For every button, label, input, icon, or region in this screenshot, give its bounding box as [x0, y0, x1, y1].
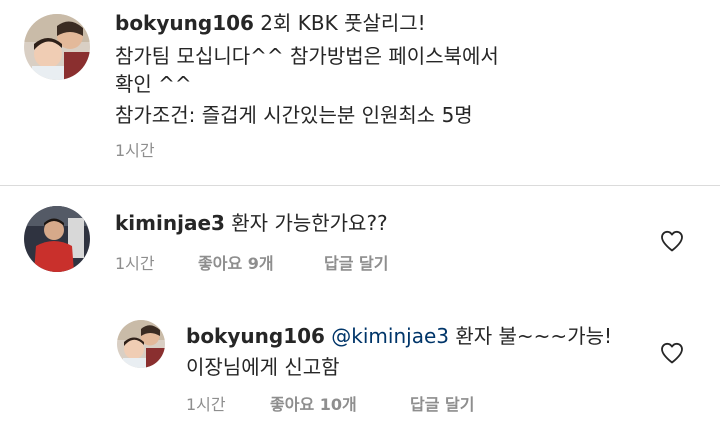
reply-text: 환자 불~~~가능!: [455, 324, 613, 348]
reply-timestamp: 1시간: [186, 395, 226, 414]
comment-likes-count[interactable]: 좋아요 9개: [198, 254, 274, 274]
caption-line-1: bokyung106 2회 KBK 풋살리그!: [115, 9, 426, 37]
caption-timestamp: 1시간: [115, 141, 155, 160]
comment-username[interactable]: kiminjae3: [115, 211, 225, 235]
comment-timestamp: 1시간: [115, 254, 155, 273]
caption-text: 2회 KBK 풋살리그!: [260, 11, 426, 35]
comment-line-1: kiminjae3 환자 가능한가요??: [115, 209, 388, 237]
reply-line-1: bokyung106 @kiminjae3 환자 불~~~가능!: [186, 322, 612, 350]
reply-username[interactable]: bokyung106: [186, 324, 325, 348]
caption-line-4: 참가조건: 즐겁게 시간있는분 인원최소 5명: [115, 103, 473, 127]
caption-line-3: 확인 ^^: [115, 72, 192, 96]
divider: [0, 185, 720, 186]
reply-reply-button[interactable]: 답글 달기: [410, 395, 474, 415]
reply-line-2: 이장님에게 신고함: [186, 355, 340, 379]
caption-avatar[interactable]: [24, 14, 90, 80]
reply-likes-count[interactable]: 좋아요 10개: [270, 395, 357, 415]
reply-mention-link[interactable]: @kiminjae3: [331, 324, 449, 348]
caption-username[interactable]: bokyung106: [115, 11, 254, 35]
caption-line-2: 참가팀 모십니다^^ 참가방법은 페이스북에서: [115, 44, 499, 68]
reply-avatar[interactable]: [117, 320, 165, 368]
heart-outline-icon[interactable]: [660, 230, 684, 252]
heart-outline-icon[interactable]: [660, 342, 684, 364]
comment-reply-button[interactable]: 답글 달기: [324, 254, 388, 274]
comment-text: 환자 가능한가요??: [231, 211, 388, 235]
comment-avatar[interactable]: [24, 206, 90, 272]
